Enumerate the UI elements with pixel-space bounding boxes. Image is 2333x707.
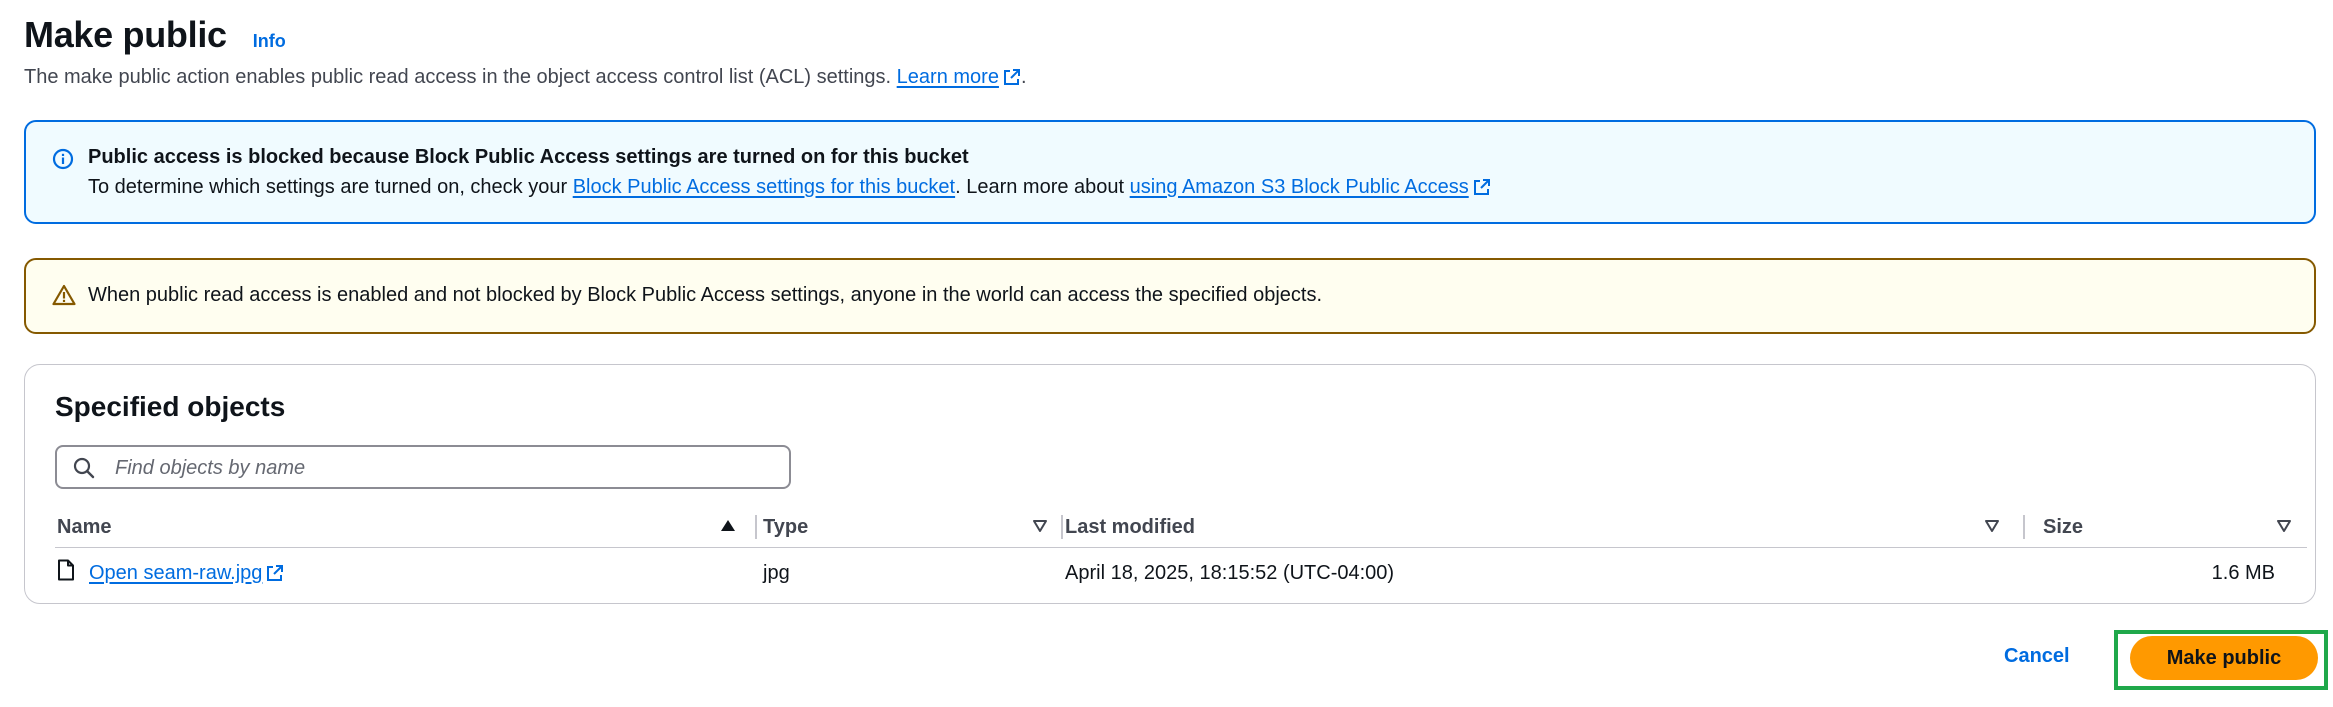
column-label: Type	[763, 515, 809, 538]
sort-icon[interactable]	[2275, 517, 2293, 541]
column-divider[interactable]	[1061, 515, 1063, 539]
make-public-page: Make public Info The make public action …	[0, 0, 2333, 707]
s3-bpa-label: using Amazon S3 Block Public Access	[1129, 176, 1469, 198]
specified-objects-panel: Specified objects Name Type Last modifie…	[24, 364, 2316, 604]
page-description: The make public action enables public re…	[24, 66, 1027, 89]
column-divider[interactable]	[2023, 515, 2025, 539]
description-suffix: .	[1020, 66, 1027, 88]
sort-ascending-icon[interactable]	[719, 517, 737, 541]
table-row: Open seam-raw.jpg	[57, 557, 284, 589]
description-text: The make public action enables public re…	[24, 66, 892, 88]
alert-title: Public access is blocked because Block P…	[88, 146, 969, 168]
object-last-modified: April 18, 2025, 18:15:52 (UTC-04:00)	[1065, 561, 1395, 584]
column-label: Last modified	[1065, 515, 1196, 538]
table-header-divider	[55, 547, 2307, 548]
block-public-access-alert: Public access is blocked because Block P…	[24, 120, 2316, 224]
object-type: jpg	[763, 561, 790, 584]
column-label: Name	[57, 515, 112, 538]
alert-body-middle: . Learn more about	[955, 176, 1125, 198]
object-size: 1.6 MB	[2211, 561, 2275, 584]
cancel-button[interactable]: Cancel	[2000, 640, 2074, 672]
sort-icon[interactable]	[1983, 517, 2001, 541]
learn-more-label: Learn more	[896, 66, 999, 88]
column-header-size[interactable]: Size	[2043, 509, 2305, 545]
make-public-button[interactable]: Make public	[2130, 636, 2318, 680]
external-link-icon	[1003, 68, 1021, 86]
column-header-last-modified[interactable]: Last modified	[1065, 509, 2025, 545]
column-header-type[interactable]: Type	[763, 509, 1063, 545]
warning-text: When public read access is enabled and n…	[88, 284, 1323, 306]
column-label: Size	[2043, 515, 2084, 538]
object-name-link[interactable]: Open seam-raw.jpg	[89, 562, 284, 585]
info-link[interactable]: Info	[253, 31, 286, 52]
public-read-warning-alert: When public read access is enabled and n…	[24, 258, 2316, 334]
alert-body: To determine which settings are turned o…	[88, 176, 1491, 199]
page-header: Make public Info	[24, 14, 286, 56]
external-link-icon	[1473, 178, 1491, 196]
file-icon	[57, 559, 75, 587]
info-icon	[52, 148, 74, 175]
column-divider[interactable]	[755, 515, 757, 539]
warning-icon	[52, 284, 76, 311]
object-name: Open seam-raw.jpg	[89, 561, 263, 584]
page-title: Make public	[24, 14, 227, 55]
external-link-icon	[266, 564, 284, 582]
search-field[interactable]	[55, 445, 791, 489]
column-header-name[interactable]: Name	[57, 509, 757, 545]
alert-body-prefix: To determine which settings are turned o…	[88, 176, 568, 198]
search-input[interactable]	[113, 453, 777, 483]
learn-more-link[interactable]: Learn more	[897, 66, 1021, 88]
section-title: Specified objects	[55, 391, 286, 422]
s3-block-public-access-link[interactable]: using Amazon S3 Block Public Access	[1130, 176, 1491, 198]
block-public-access-settings-link[interactable]: Block Public Access settings for this bu…	[573, 176, 955, 198]
sort-icon[interactable]	[1031, 517, 1049, 541]
search-icon	[73, 457, 95, 484]
